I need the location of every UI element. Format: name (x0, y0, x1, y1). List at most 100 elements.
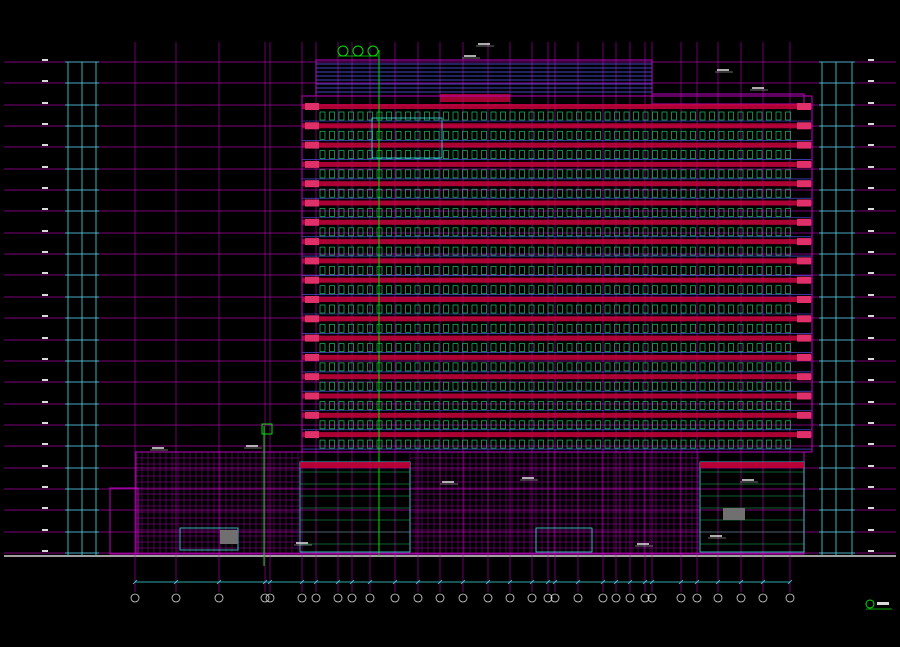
level-label-mark (42, 529, 48, 531)
level-label-mark (42, 230, 48, 232)
balcony-left (305, 122, 319, 130)
title-text-mark (877, 602, 889, 605)
level-label-mark (42, 315, 48, 317)
cad-elevation-drawing (0, 0, 900, 647)
balcony-left (305, 373, 319, 381)
balcony-left (305, 141, 319, 149)
level-label-mark (42, 443, 48, 445)
balcony-left (305, 276, 319, 284)
balcony-left (305, 103, 319, 110)
level-label-mark (42, 358, 48, 360)
entrance-panel (220, 530, 238, 544)
level-label-mark (868, 187, 874, 189)
level-label-mark (868, 272, 874, 274)
level-label-mark (868, 80, 874, 82)
level-label-mark (42, 486, 48, 488)
note-text-mark (752, 87, 764, 89)
balcony-right (797, 199, 811, 207)
balcony-left (305, 218, 319, 226)
note-text-mark (742, 479, 754, 481)
balcony-right (797, 276, 811, 284)
roof-band (440, 94, 510, 102)
level-label-mark (42, 166, 48, 168)
level-label-mark (868, 550, 874, 552)
balcony-right (797, 238, 811, 246)
balcony-right (797, 122, 811, 130)
balcony-right (797, 392, 811, 400)
level-label-mark (868, 251, 874, 253)
level-label-mark (42, 208, 48, 210)
note-text-mark (152, 447, 164, 449)
level-label-mark (42, 550, 48, 552)
level-label-mark (42, 102, 48, 104)
level-label-mark (868, 102, 874, 104)
level-label-mark (42, 272, 48, 274)
level-label-mark (868, 315, 874, 317)
note-text-mark (442, 481, 454, 483)
balcony-right (797, 103, 811, 110)
level-label-mark (42, 337, 48, 339)
level-label-mark (42, 144, 48, 146)
note-text-mark (710, 535, 722, 537)
note-text-mark (717, 69, 729, 71)
note-text-mark (478, 43, 490, 45)
note-text-mark (464, 55, 476, 57)
level-label-mark (868, 507, 874, 509)
balcony-right (797, 411, 811, 419)
balcony-right (797, 257, 811, 265)
balcony-left (305, 353, 319, 361)
level-label-mark (868, 358, 874, 360)
storefront-canopy (700, 462, 804, 468)
balcony-right (797, 296, 811, 303)
balcony-left (305, 334, 319, 342)
note-text-mark (246, 445, 258, 447)
level-label-mark (868, 337, 874, 339)
balcony-left (305, 315, 319, 323)
level-label-mark (42, 401, 48, 403)
level-label-mark (42, 379, 48, 381)
balcony-left (305, 238, 319, 246)
balcony-right (797, 431, 811, 439)
balcony-left (305, 296, 319, 303)
level-label-mark (868, 422, 874, 424)
balcony-left (305, 199, 319, 207)
service-panel (723, 508, 745, 520)
level-label-mark (42, 422, 48, 424)
note-text-mark (522, 477, 534, 479)
level-label-mark (42, 465, 48, 467)
note-text-mark (296, 542, 308, 544)
balcony-left (305, 257, 319, 265)
level-label-mark (868, 230, 874, 232)
storefront-canopy (300, 462, 410, 468)
balcony-left (305, 160, 319, 168)
level-label-mark (42, 507, 48, 509)
level-label-mark (42, 187, 48, 189)
level-label-mark (868, 166, 874, 168)
level-label-mark (42, 59, 48, 61)
level-label-mark (868, 294, 874, 296)
level-label-mark (868, 465, 874, 467)
balcony-left (305, 431, 319, 439)
level-label-mark (868, 486, 874, 488)
level-label-mark (868, 59, 874, 61)
balcony-right (797, 141, 811, 149)
level-label-mark (868, 379, 874, 381)
balcony-right (797, 218, 811, 226)
balcony-right (797, 334, 811, 342)
balcony-right (797, 373, 811, 381)
note-text-mark (637, 543, 649, 545)
level-label-mark (42, 80, 48, 82)
balcony-right (797, 160, 811, 168)
level-label-mark (42, 294, 48, 296)
level-label-mark (42, 251, 48, 253)
level-label-mark (868, 123, 874, 125)
balcony-left (305, 180, 319, 188)
level-label-mark (868, 443, 874, 445)
balcony-left (305, 392, 319, 400)
balcony-right (797, 315, 811, 323)
balcony-left (305, 411, 319, 419)
level-label-mark (868, 401, 874, 403)
balcony-right (797, 353, 811, 361)
balcony-right (797, 180, 811, 188)
level-label-mark (868, 208, 874, 210)
